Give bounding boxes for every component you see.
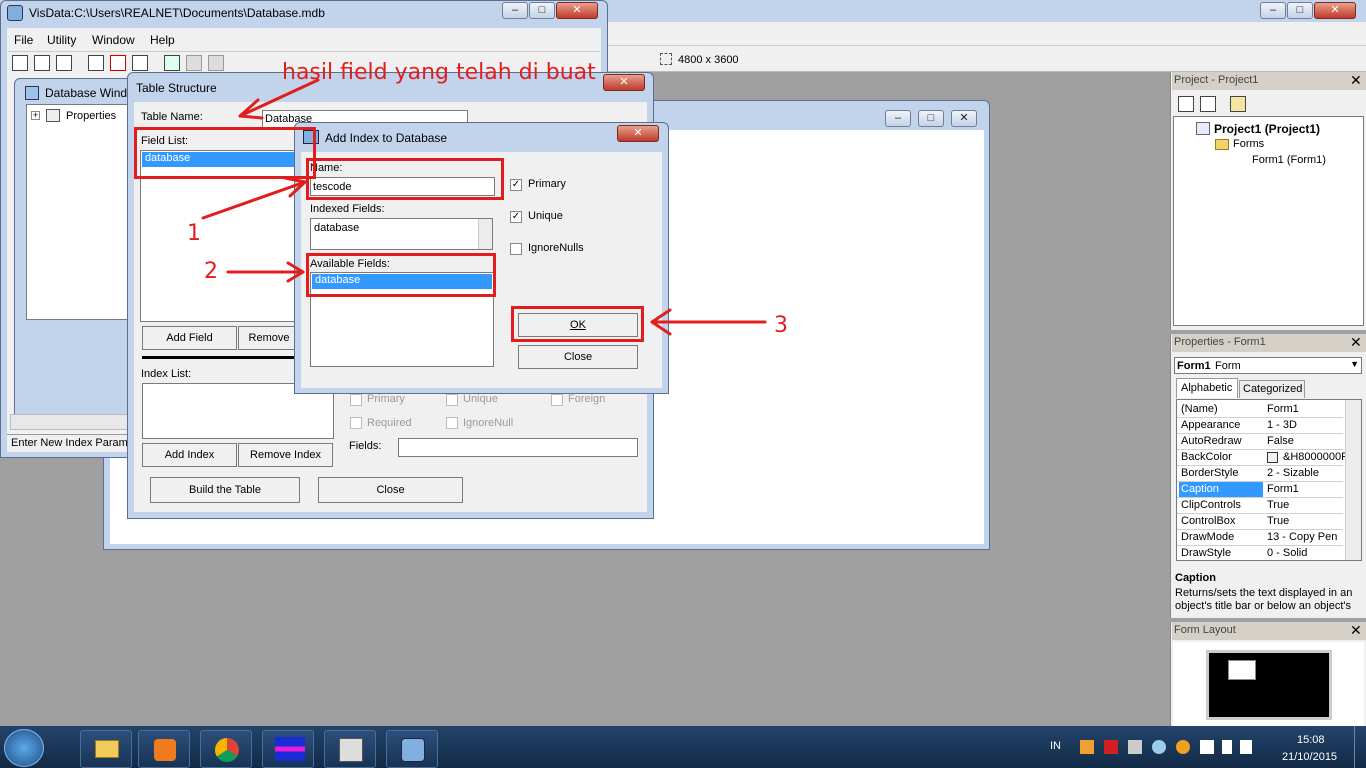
property-value: True <box>1267 515 1290 527</box>
tray-network-icon[interactable] <box>1200 740 1214 754</box>
project-root-icon <box>1196 122 1210 135</box>
property-row[interactable]: ClipControls True <box>1177 498 1343 514</box>
property-row[interactable]: (Name) Form1 <box>1177 402 1343 418</box>
project-title: Project - Project1 <box>1174 74 1259 86</box>
property-grid[interactable]: (Name) Form1 Appearance 1 - 3D AutoRedraw F… <box>1176 399 1362 561</box>
project-close-icon[interactable]: ✕ <box>1350 73 1364 88</box>
project-root-node[interactable]: Project1 (Project1) <box>1214 122 1320 136</box>
property-value: Form1 <box>1267 403 1299 415</box>
forms-folder-icon <box>1215 139 1229 150</box>
view-object-icon[interactable] <box>1200 96 1216 112</box>
tray-flag-icon[interactable] <box>1222 740 1232 754</box>
property-value: False <box>1267 435 1294 447</box>
tab-alphabetic-label: Alphabetic <box>1181 382 1233 394</box>
properties-close-icon[interactable]: ✕ <box>1350 335 1364 350</box>
property-name: (Name) <box>1181 403 1218 415</box>
clock-date[interactable]: 21/10/2015 <box>1282 751 1337 763</box>
monitor-preview <box>1206 650 1332 720</box>
taskbar-chrome[interactable] <box>200 730 252 768</box>
project-form1-node[interactable]: Form1 (Form1) <box>1252 154 1326 166</box>
object-type: Form <box>1215 360 1241 372</box>
object-name: Form1 <box>1177 360 1211 372</box>
property-name: AutoRedraw <box>1181 435 1242 447</box>
arrow-1 <box>201 176 307 220</box>
description-text: Returns/sets the text displayed in an ob… <box>1175 587 1353 612</box>
property-row[interactable]: Appearance 1 - 3D <box>1177 418 1343 434</box>
clock-time[interactable]: 15:08 <box>1297 734 1325 746</box>
property-row[interactable]: AutoRedraw False <box>1177 434 1343 450</box>
property-value: True <box>1267 499 1290 511</box>
show-desktop-button[interactable] <box>1354 726 1366 768</box>
property-value: 2 - Sizable <box>1267 467 1319 479</box>
taskbar-vb6[interactable] <box>324 730 376 768</box>
tray-icons <box>1080 740 1252 756</box>
taskbar-media-player[interactable] <box>138 730 190 768</box>
backcolor-swatch <box>1267 452 1278 463</box>
tray-app-icon[interactable] <box>1080 740 1094 754</box>
view-code-icon[interactable] <box>1178 96 1194 112</box>
start-button[interactable] <box>4 729 44 767</box>
tray-network-globe-icon[interactable] <box>1152 740 1166 754</box>
property-value: Form1 <box>1267 483 1299 495</box>
tray-tools-icon[interactable] <box>1128 740 1142 754</box>
chrome-icon <box>215 738 239 762</box>
property-name: DrawStyle <box>1181 547 1232 559</box>
property-grid-scrollbar[interactable] <box>1345 400 1361 560</box>
property-name: DrawMode <box>1181 531 1235 543</box>
property-row[interactable]: DrawMode 13 - Copy Pen <box>1177 530 1343 546</box>
property-row-selected[interactable]: Caption Form1 <box>1177 482 1343 498</box>
language-indicator[interactable]: IN <box>1050 740 1061 752</box>
folder-icon <box>95 740 119 758</box>
property-name: BackColor <box>1181 451 1232 463</box>
property-value: 13 - Copy Pen <box>1267 531 1338 543</box>
taskbar-app-flag[interactable] <box>262 730 314 768</box>
toggle-folders-icon[interactable] <box>1230 96 1246 112</box>
property-name: ControlBox <box>1181 515 1236 527</box>
property-row[interactable]: BackColor &H8000000F <box>1177 450 1348 466</box>
property-value: 1 - 3D <box>1267 419 1297 431</box>
tab-categorized-label: Categorized <box>1243 383 1303 395</box>
property-row[interactable]: ControlBox True <box>1177 514 1343 530</box>
arrow-heading <box>238 78 320 120</box>
visdata-icon <box>401 738 425 762</box>
form-position-preview[interactable] <box>1228 660 1256 680</box>
property-name: BorderStyle <box>1181 467 1239 479</box>
chevron-down-icon[interactable]: ▼ <box>1350 359 1359 369</box>
form-layout-title: Form Layout <box>1174 624 1236 636</box>
project-tree[interactable] <box>1173 116 1364 326</box>
vb6-icon <box>339 738 363 762</box>
taskbar-visdata[interactable] <box>386 730 438 768</box>
tab-categorized[interactable]: Categorized <box>1239 380 1305 398</box>
property-name: Caption <box>1179 482 1263 497</box>
object-selector[interactable]: Form1 Form ▼ <box>1174 357 1362 374</box>
arrow-3 <box>650 308 767 336</box>
property-value: 0 - Solid <box>1267 547 1308 559</box>
tray-pdf-icon[interactable] <box>1104 740 1118 754</box>
media-icon <box>154 739 176 761</box>
flag-icon <box>275 737 305 761</box>
property-value: &H8000000F <box>1283 451 1348 463</box>
property-name: ClipControls <box>1181 499 1241 511</box>
project-forms-node[interactable]: Forms <box>1233 138 1264 150</box>
tray-update-icon[interactable] <box>1176 740 1190 754</box>
arrow-2 <box>226 261 305 283</box>
properties-title: Properties - Form1 <box>1174 336 1266 348</box>
form-layout-close-icon[interactable]: ✕ <box>1350 623 1364 638</box>
taskbar-explorer[interactable] <box>80 730 132 768</box>
property-name: Appearance <box>1181 419 1241 431</box>
tray-volume-icon[interactable] <box>1240 740 1252 754</box>
property-row[interactable]: DrawStyle 0 - Solid <box>1177 546 1343 560</box>
description-title: Caption <box>1175 572 1216 584</box>
property-row[interactable]: BorderStyle 2 - Sizable <box>1177 466 1343 482</box>
annotation-arrows <box>201 78 767 336</box>
tab-alphabetic[interactable]: Alphabetic <box>1176 378 1238 398</box>
